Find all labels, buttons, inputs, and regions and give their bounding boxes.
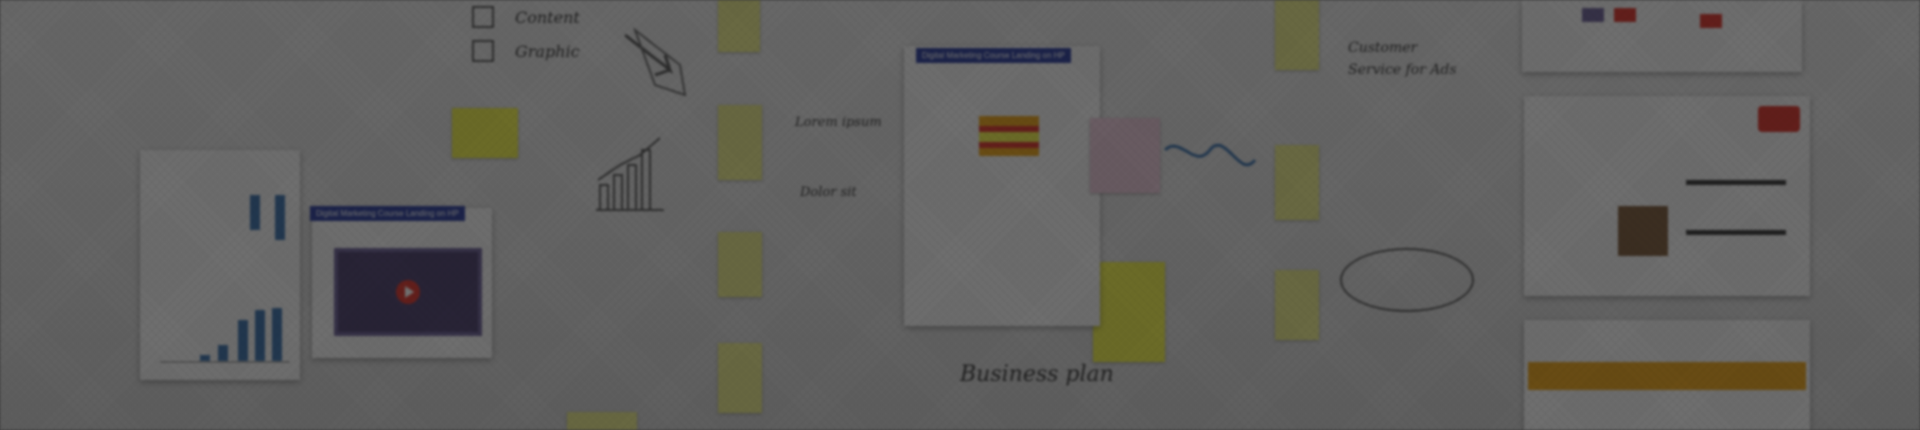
sticky-note — [1275, 145, 1319, 220]
bar-chart-graphic — [160, 195, 290, 363]
chart-bar — [218, 345, 228, 361]
arrow-sketch-icon — [624, 27, 687, 97]
sketch-checkbox-content — [472, 6, 494, 28]
bar-chart-card — [140, 150, 300, 380]
chart-bar — [238, 320, 248, 361]
sketch-label-graphic: Graphic — [515, 42, 580, 61]
sticky-note — [567, 412, 637, 430]
handwriting-note-2: Service for Ads — [1348, 62, 1457, 78]
sticky-note — [1275, 0, 1319, 70]
right-bottom-card — [1524, 320, 1810, 430]
right-top-mockup-card — [1522, 0, 1802, 72]
chart-bar — [200, 355, 210, 361]
sticky-note — [718, 105, 762, 180]
handwriting-note-1: Customer — [1348, 40, 1418, 56]
pink-sticky-note — [1090, 118, 1160, 193]
orange-bar — [1528, 362, 1806, 390]
handwriting-line-1: Lorem ipsum — [795, 115, 882, 130]
blue-scribble-icon — [1163, 143, 1257, 167]
sticky-note — [718, 232, 762, 297]
video-card: Digital Marketing Course Landing on HP — [310, 206, 492, 358]
sketch-checkbox-graphic — [472, 40, 494, 62]
landing-card-title: Digital Marketing Course Landing on HP — [916, 48, 1071, 63]
sticky-note — [1093, 262, 1165, 362]
chart-bar — [272, 308, 282, 361]
right-mockup-card — [1524, 96, 1810, 296]
sticky-note — [452, 108, 518, 158]
sticky-note — [1275, 270, 1319, 340]
sticky-note — [718, 343, 762, 413]
sticky-note — [718, 0, 760, 52]
hero-banner: Digital Marketing Course Landing on HP C… — [0, 0, 1920, 430]
sketch-label-content: Content — [515, 8, 580, 27]
play-button-icon — [396, 280, 420, 304]
chart-bar — [255, 310, 265, 361]
handwriting-line-2: Dolor sit — [800, 185, 857, 200]
chart-bar — [250, 195, 260, 230]
mockup-sketch-graphic — [979, 116, 1039, 156]
oval-sketch — [1340, 248, 1474, 312]
video-card-title: Digital Marketing Course Landing on HP — [310, 206, 465, 221]
sketch-chart-icon — [596, 137, 664, 211]
chart-bar — [275, 195, 285, 240]
red-badge — [1758, 106, 1800, 132]
video-frame — [334, 248, 482, 336]
handwriting-business-plan: Business plan — [960, 362, 1114, 387]
landing-mockup-card: Digital Marketing Course Landing on HP — [904, 46, 1100, 326]
